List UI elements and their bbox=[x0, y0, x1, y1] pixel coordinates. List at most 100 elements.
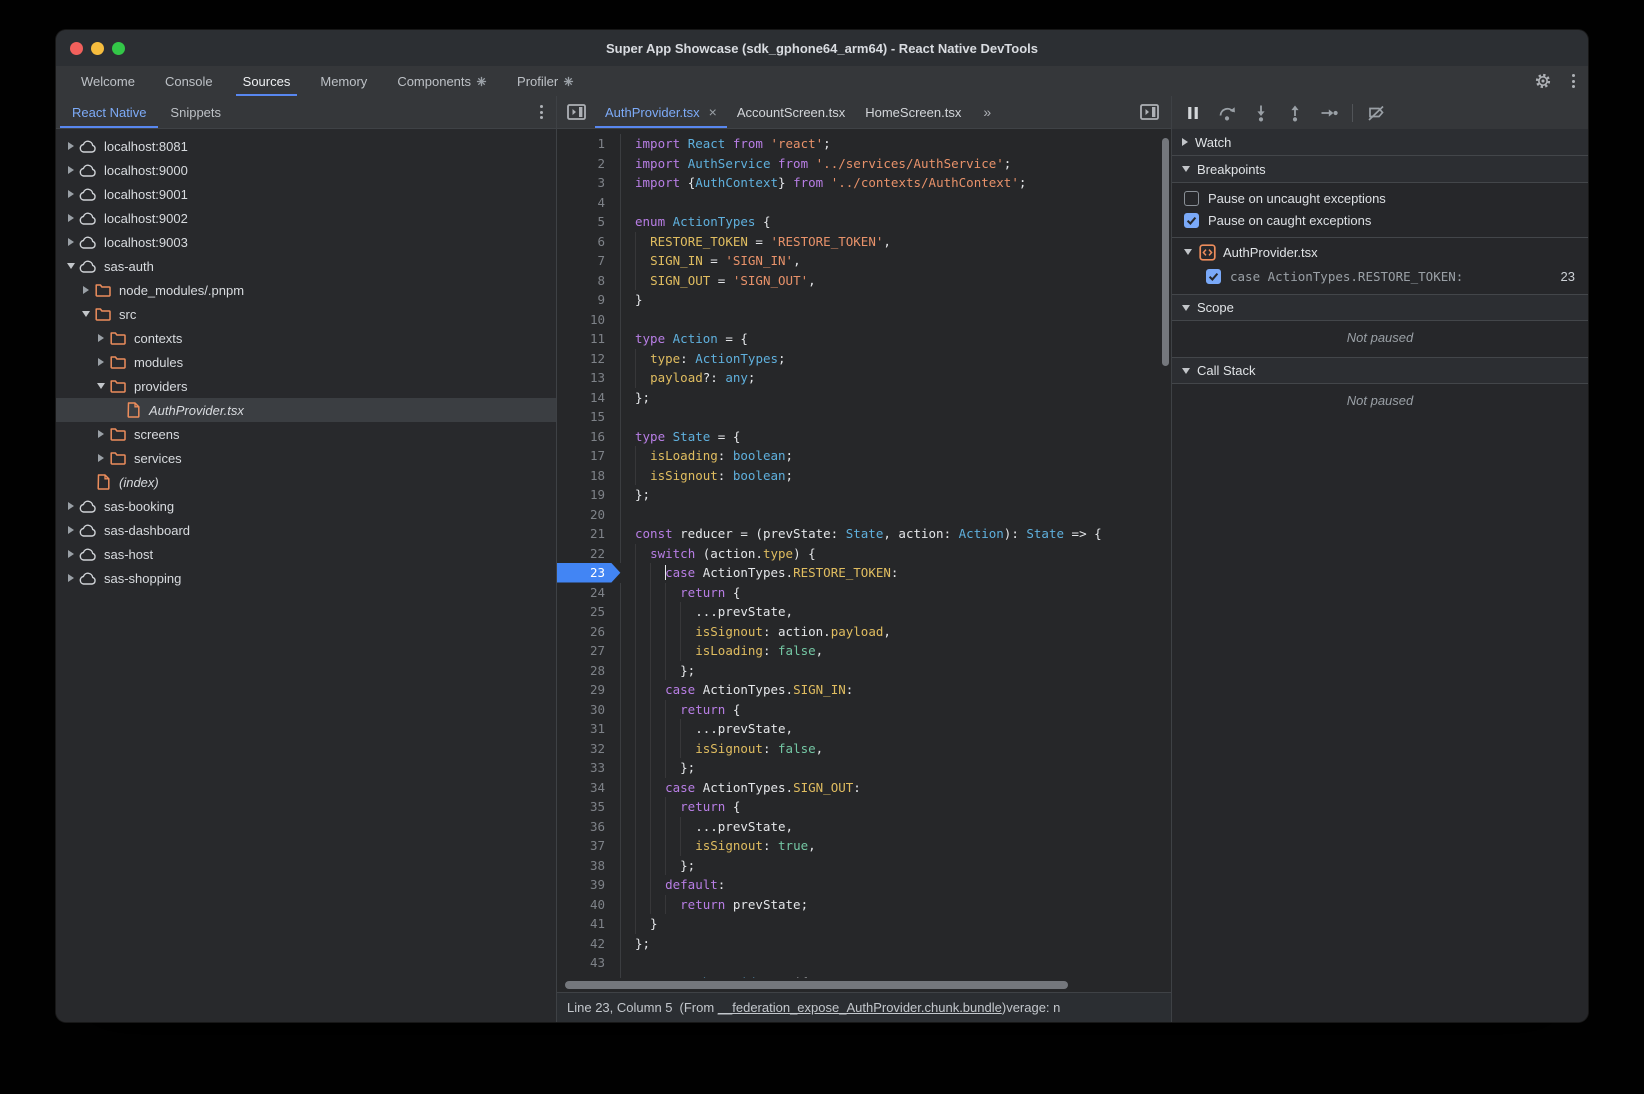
line-number[interactable]: 16 bbox=[557, 427, 621, 447]
tree-item-localhost-9003[interactable]: localhost:9003 bbox=[56, 230, 556, 254]
line-number[interactable]: 32 bbox=[557, 739, 621, 759]
tab-sources[interactable]: Sources bbox=[228, 66, 306, 96]
line-number[interactable]: 11 bbox=[557, 329, 621, 349]
line-number[interactable]: 42 bbox=[557, 934, 621, 954]
editor-vertical-scrollbar[interactable] bbox=[1162, 138, 1169, 366]
line-number[interactable]: 1 bbox=[557, 134, 621, 154]
line-number[interactable]: 31 bbox=[557, 719, 621, 739]
line-number[interactable]: 3 bbox=[557, 173, 621, 193]
tree-expander-closed[interactable] bbox=[64, 502, 78, 510]
tree-item-authprovider-tsx[interactable]: AuthProvider.tsx bbox=[56, 398, 556, 422]
navigator-tab-snippets[interactable]: Snippets bbox=[158, 96, 233, 128]
tree-expander-closed[interactable] bbox=[64, 190, 78, 198]
line-number[interactable]: 10 bbox=[557, 310, 621, 330]
line-number[interactable]: 28 bbox=[557, 661, 621, 681]
tree-expander-closed[interactable] bbox=[64, 550, 78, 558]
line-number[interactable]: 14 bbox=[557, 388, 621, 408]
tree-item-sas-shopping[interactable]: sas-shopping bbox=[56, 566, 556, 590]
tree-expander-open[interactable] bbox=[64, 263, 78, 269]
tab-profiler[interactable]: Profiler bbox=[502, 66, 589, 96]
line-number[interactable]: 38 bbox=[557, 856, 621, 876]
tree-item-localhost-9002[interactable]: localhost:9002 bbox=[56, 206, 556, 230]
tree-expander-closed[interactable] bbox=[64, 166, 78, 174]
zoom-window-button[interactable] bbox=[112, 42, 125, 55]
tree-expander-open[interactable] bbox=[79, 311, 93, 317]
step-button[interactable] bbox=[1314, 100, 1344, 126]
tree-expander-closed[interactable] bbox=[94, 334, 108, 342]
line-number[interactable]: 12 bbox=[557, 349, 621, 369]
tree-expander-closed[interactable] bbox=[94, 454, 108, 462]
editor-tab-homescreen-tsx[interactable]: HomeScreen.tsx bbox=[855, 96, 971, 128]
tab-components[interactable]: Components bbox=[382, 66, 502, 96]
line-number[interactable]: 20 bbox=[557, 505, 621, 525]
line-number[interactable]: 4 bbox=[557, 193, 621, 213]
line-number[interactable]: 40 bbox=[557, 895, 621, 915]
tree-item-sas-auth[interactable]: sas-auth bbox=[56, 254, 556, 278]
line-number[interactable]: 24 bbox=[557, 583, 621, 603]
settings-button[interactable] bbox=[1528, 66, 1558, 96]
line-number[interactable]: 26 bbox=[557, 622, 621, 642]
call-stack-section-header[interactable]: Call Stack bbox=[1172, 357, 1588, 384]
line-number[interactable]: 43 bbox=[557, 953, 621, 973]
line-number[interactable]: 13 bbox=[557, 368, 621, 388]
pause-script-button[interactable] bbox=[1178, 100, 1208, 126]
line-number[interactable]: 25 bbox=[557, 602, 621, 622]
toggle-debugger-button[interactable] bbox=[1128, 96, 1171, 128]
line-number[interactable]: 7 bbox=[557, 251, 621, 271]
tree-expander-closed[interactable] bbox=[79, 286, 93, 294]
tree-item-modules[interactable]: modules bbox=[56, 350, 556, 374]
tree-item-localhost-8081[interactable]: localhost:8081 bbox=[56, 134, 556, 158]
tree-expander-open[interactable] bbox=[94, 383, 108, 389]
tree-item-localhost-9001[interactable]: localhost:9001 bbox=[56, 182, 556, 206]
tree-item-index[interactable]: (index) bbox=[56, 470, 556, 494]
breakpoint-checkbox[interactable] bbox=[1206, 269, 1221, 284]
line-number[interactable]: 37 bbox=[557, 836, 621, 856]
line-number[interactable]: 39 bbox=[557, 875, 621, 895]
line-number[interactable]: 30 bbox=[557, 700, 621, 720]
toggle-navigator-button[interactable] bbox=[557, 96, 595, 128]
line-number[interactable]: 36 bbox=[557, 817, 621, 837]
navigator-tab-react-native[interactable]: React Native bbox=[60, 96, 158, 128]
tree-expander-closed[interactable] bbox=[64, 574, 78, 582]
line-number[interactable]: 35 bbox=[557, 797, 621, 817]
tree-item-sas-dashboard[interactable]: sas-dashboard bbox=[56, 518, 556, 542]
editor-horizontal-scrollbar[interactable] bbox=[557, 978, 1171, 992]
code-editor[interactable]: 1import React from 'react';2import AuthS… bbox=[557, 129, 1171, 978]
close-window-button[interactable] bbox=[70, 42, 83, 55]
pause-caught-checkbox[interactable] bbox=[1184, 213, 1199, 228]
line-number[interactable]: 27 bbox=[557, 641, 621, 661]
tab-welcome[interactable]: Welcome bbox=[66, 66, 150, 96]
tree-expander-closed[interactable] bbox=[64, 214, 78, 222]
tree-expander-closed[interactable] bbox=[64, 526, 78, 534]
tree-expander-closed[interactable] bbox=[94, 358, 108, 366]
navigator-menu-button[interactable] bbox=[526, 96, 556, 128]
tree-item-sas-host[interactable]: sas-host bbox=[56, 542, 556, 566]
more-tabs-button[interactable]: » bbox=[971, 96, 1002, 128]
tree-expander-closed[interactable] bbox=[64, 238, 78, 246]
tree-item-contexts[interactable]: contexts bbox=[56, 326, 556, 350]
tree-item-services[interactable]: services bbox=[56, 446, 556, 470]
tree-item-localhost-9000[interactable]: localhost:9000 bbox=[56, 158, 556, 182]
line-number[interactable]: 9 bbox=[557, 290, 621, 310]
tree-item-src[interactable]: src bbox=[56, 302, 556, 326]
tree-expander-closed[interactable] bbox=[94, 430, 108, 438]
scrollbar-thumb[interactable] bbox=[565, 981, 1068, 989]
tree-item-providers[interactable]: providers bbox=[56, 374, 556, 398]
devtools-menu-button[interactable] bbox=[1558, 66, 1588, 96]
tree-expander-closed[interactable] bbox=[64, 142, 78, 150]
line-number[interactable]: 8 bbox=[557, 271, 621, 291]
line-number[interactable]: 5 bbox=[557, 212, 621, 232]
tree-item-screens[interactable]: screens bbox=[56, 422, 556, 446]
tab-console[interactable]: Console bbox=[150, 66, 228, 96]
deactivate-breakpoints-button[interactable] bbox=[1361, 100, 1391, 126]
line-number[interactable]: 2 bbox=[557, 154, 621, 174]
breakpoint-file-group[interactable]: AuthProvider.tsx bbox=[1172, 237, 1588, 264]
pause-uncaught-row[interactable]: Pause on uncaught exceptions bbox=[1172, 183, 1588, 209]
line-number[interactable]: 21 bbox=[557, 524, 621, 544]
pause-uncaught-checkbox[interactable] bbox=[1184, 191, 1199, 206]
line-number[interactable]: 6 bbox=[557, 232, 621, 252]
breakpoint-line-badge[interactable]: 23 bbox=[557, 563, 621, 583]
bundle-link[interactable]: __federation_expose_AuthProvider.chunk.b… bbox=[718, 1000, 1002, 1015]
line-number[interactable]: 29 bbox=[557, 680, 621, 700]
minimize-window-button[interactable] bbox=[91, 42, 104, 55]
